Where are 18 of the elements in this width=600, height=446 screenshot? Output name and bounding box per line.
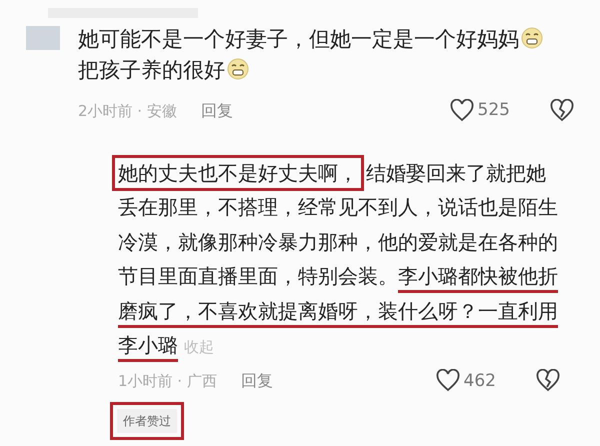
comment-time: 1小时前 · 广西 [118,371,217,392]
emoji-icon [227,58,249,80]
reply-link[interactable]: 回复 [200,98,233,123]
author-liked-badge: 作者赞过 [110,402,184,440]
like-icon[interactable] [450,98,474,123]
like-count: 525 [478,99,510,122]
comment-text: 她可能不是一个好妻子，但她一定是一个好妈妈 [78,27,519,51]
user-avatar [26,26,60,50]
reply-text: 她的丈夫也不是好丈夫啊， 结婚娶回来了就把她丢在那里，不搭理，经常见不到人，说话也是陌生冷漠，就像那种冷暴力那种，他的爱就是在各种的节目里面直播里面，特别会装。李小璐都快被他折磨疯了，不喜欢就提离婚呀，装什么呀？一直利用李小璐 收起 [110,150,566,364]
dislike-icon[interactable] [536,369,560,394]
comment-time: 2小时前 · 安徽 [78,100,177,122]
comment-text: 把孩子养的很好 [78,58,225,82]
emoji-icon [521,27,543,49]
collapse-link[interactable]: 收起 [184,338,214,356]
reply-link[interactable]: 回复 [240,369,273,394]
dislike-icon[interactable] [550,98,574,123]
like-icon[interactable] [436,369,460,394]
like-count: 462 [464,370,496,392]
